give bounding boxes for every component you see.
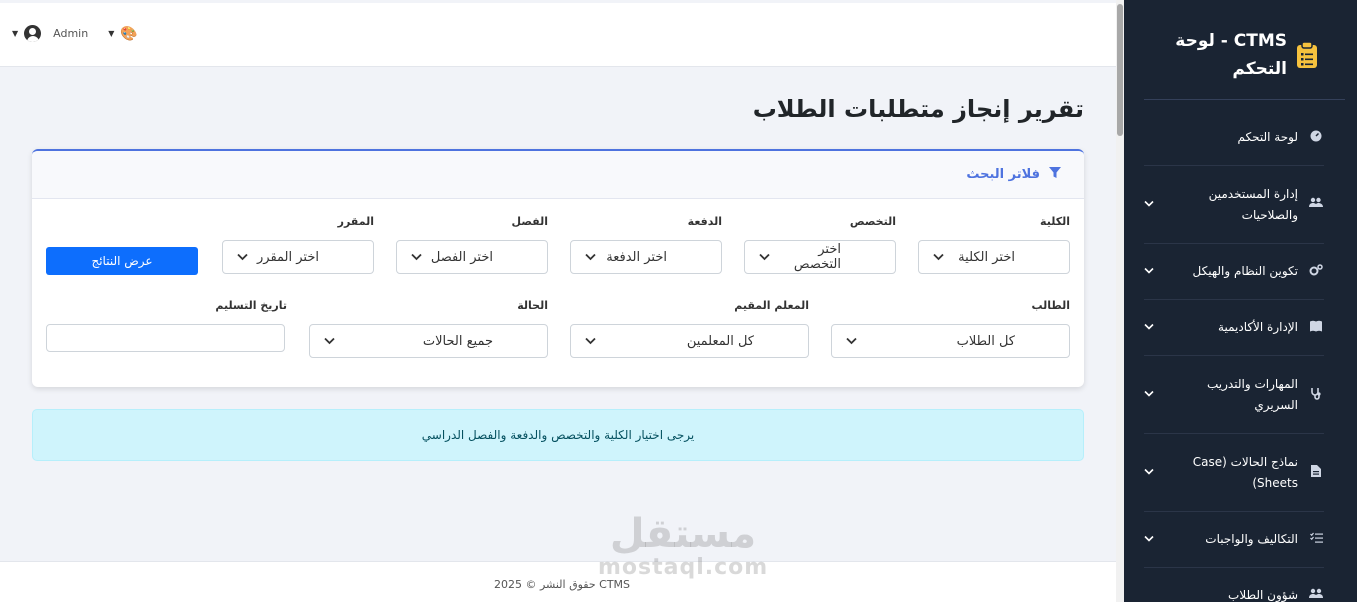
brand-title: CTMS - لوحة التحكم [1175,27,1287,83]
dashboard-icon [1308,130,1324,145]
teacher-select[interactable]: كل المعلمين [570,324,809,358]
topbar: ▼ Admin ▼ 🎨 [0,3,1124,67]
college-select-value: اختر الكلية [958,249,1015,265]
students-icon [1308,588,1324,602]
filters-card-header: فلاتر البحث [32,151,1084,199]
sidebar-item-label: لوحة التحكم [1237,130,1299,144]
sidebar-item-clinical-skills[interactable]: المهارات والتدريب السريري [1144,356,1324,434]
course-label: المقرر [337,215,374,228]
sidebar-item-users[interactable]: إدارة المستخدمين والصلاحيات [1144,166,1324,244]
caret-down-icon[interactable]: ▼ [12,29,18,38]
sidebar-nav: لوحة التحكم إدارة المستخدمين والصلاحيات … [1124,110,1357,602]
sidebar-item-system-config[interactable]: تكوين النظام والهيكل [1144,244,1324,300]
chevron-down-icon [585,335,596,348]
semester-select[interactable]: اختر الفصل [396,240,548,274]
stethoscope-icon [1308,387,1324,403]
student-select-value: كل الطلاب [956,333,1015,349]
sidebar-item-students[interactable]: شؤون الطلاب [1144,568,1324,602]
chevron-down-icon [759,251,770,264]
users-gear-icon [1308,197,1324,212]
status-label: الحالة [517,299,548,312]
course-select-value: اختر المقرر [257,249,319,265]
caret-down-icon[interactable]: ▼ [108,29,114,38]
filter-icon [1048,166,1062,184]
sidebar-item-label: الإدارة الأكاديمية [1218,320,1298,334]
delivery-date-input[interactable] [46,324,285,352]
chevron-down-icon [1144,199,1154,210]
chevron-down-icon [1144,389,1154,400]
main-content: تقرير إنجاز متطلبات الطلاب فلاتر البحث ا… [0,67,1124,561]
college-select[interactable]: اختر الكلية [918,240,1070,274]
chevron-down-icon [411,251,422,264]
sidebar-item-label: تكوين النظام والهيكل [1192,264,1298,278]
sidebar-item-case-sheets[interactable]: نماذج الحالات (Case Sheets) [1144,434,1324,512]
status-select[interactable]: جميع الحالات [309,324,548,358]
sidebar-item-label: شؤون الطلاب [1228,588,1298,602]
sidebar-item-label: نماذج الحالات (Case Sheets) [1192,454,1298,490]
chevron-down-icon [1144,322,1154,333]
scrollbar-thumb[interactable] [1117,4,1123,136]
chevron-down-icon [933,251,944,264]
specialty-select[interactable]: اختر التخصص [744,240,896,274]
sidebar-item-academic[interactable]: الإدارة الأكاديمية [1144,300,1324,356]
chevron-down-icon [846,335,857,348]
filters-card: فلاتر البحث الكلية التخصص الدفعة الفصل ا… [32,149,1084,387]
batch-label: الدفعة [687,215,722,228]
show-results-button[interactable]: عرض النتائج [46,247,198,275]
sidebar-item-label: التكاليف والواجبات [1205,532,1298,546]
cogs-icon [1308,264,1324,279]
chevron-down-icon [324,335,335,348]
semester-select-value: اختر الفصل [430,249,493,265]
student-select[interactable]: كل الطلاب [831,324,1070,358]
college-label: الكلية [1040,215,1070,228]
footer: حقوق النشر © 2025 CTMS [0,561,1124,602]
file-icon [1308,465,1324,480]
tasks-icon [1308,532,1324,547]
sidebar: CTMS - لوحة التحكم لوحة التحكم إدارة الم… [1124,0,1357,602]
course-select[interactable]: اختر المقرر [222,240,374,274]
teacher-label: المعلم المقيم [734,299,809,312]
user-name[interactable]: Admin [53,27,88,40]
chevron-down-icon [585,251,596,264]
student-label: الطالب [1031,299,1070,312]
page-title: تقرير إنجاز متطلبات الطلاب [752,95,1084,123]
batch-select[interactable]: اختر الدفعة [570,240,722,274]
palette-icon[interactable]: 🎨 [120,26,137,42]
brand-line2: التحكم [1232,58,1287,79]
brand-line1: CTMS - لوحة [1175,30,1287,51]
clipboard-list-icon [1295,40,1319,69]
info-alert: يرجى اختيار الكلية والتخصص والدفعة والفص… [32,409,1084,461]
status-select-value: جميع الحالات [422,333,493,349]
filters-title: فلاتر البحث [966,167,1040,182]
user-avatar-icon[interactable] [24,25,42,42]
chevron-down-icon [237,251,248,264]
specialty-label: التخصص [849,215,896,228]
book-icon [1308,320,1324,335]
delivery-date-label: تاريخ التسليم [215,299,287,312]
chevron-down-icon [1144,266,1154,277]
specialty-select-value: اختر التخصص [793,242,841,272]
teacher-select-value: كل المعلمين [686,333,754,349]
topbar-user-area: ▼ Admin ▼ 🎨 [12,25,138,42]
sidebar-item-assignments[interactable]: التكاليف والواجبات [1144,512,1324,568]
sidebar-item-label: المهارات والتدريب السريري [1207,376,1298,412]
sidebar-brand[interactable]: CTMS - لوحة التحكم [1144,0,1345,100]
sidebar-item-dashboard[interactable]: لوحة التحكم [1144,110,1324,166]
batch-select-value: اختر الدفعة [606,249,667,265]
chevron-down-icon [1144,467,1154,478]
semester-label: الفصل [511,215,548,228]
footer-copyright: حقوق النشر © 2025 CTMS [493,577,631,591]
chevron-down-icon [1144,534,1154,545]
page-scrollbar[interactable] [1116,0,1124,602]
sidebar-item-label: إدارة المستخدمين والصلاحيات [1208,186,1298,222]
